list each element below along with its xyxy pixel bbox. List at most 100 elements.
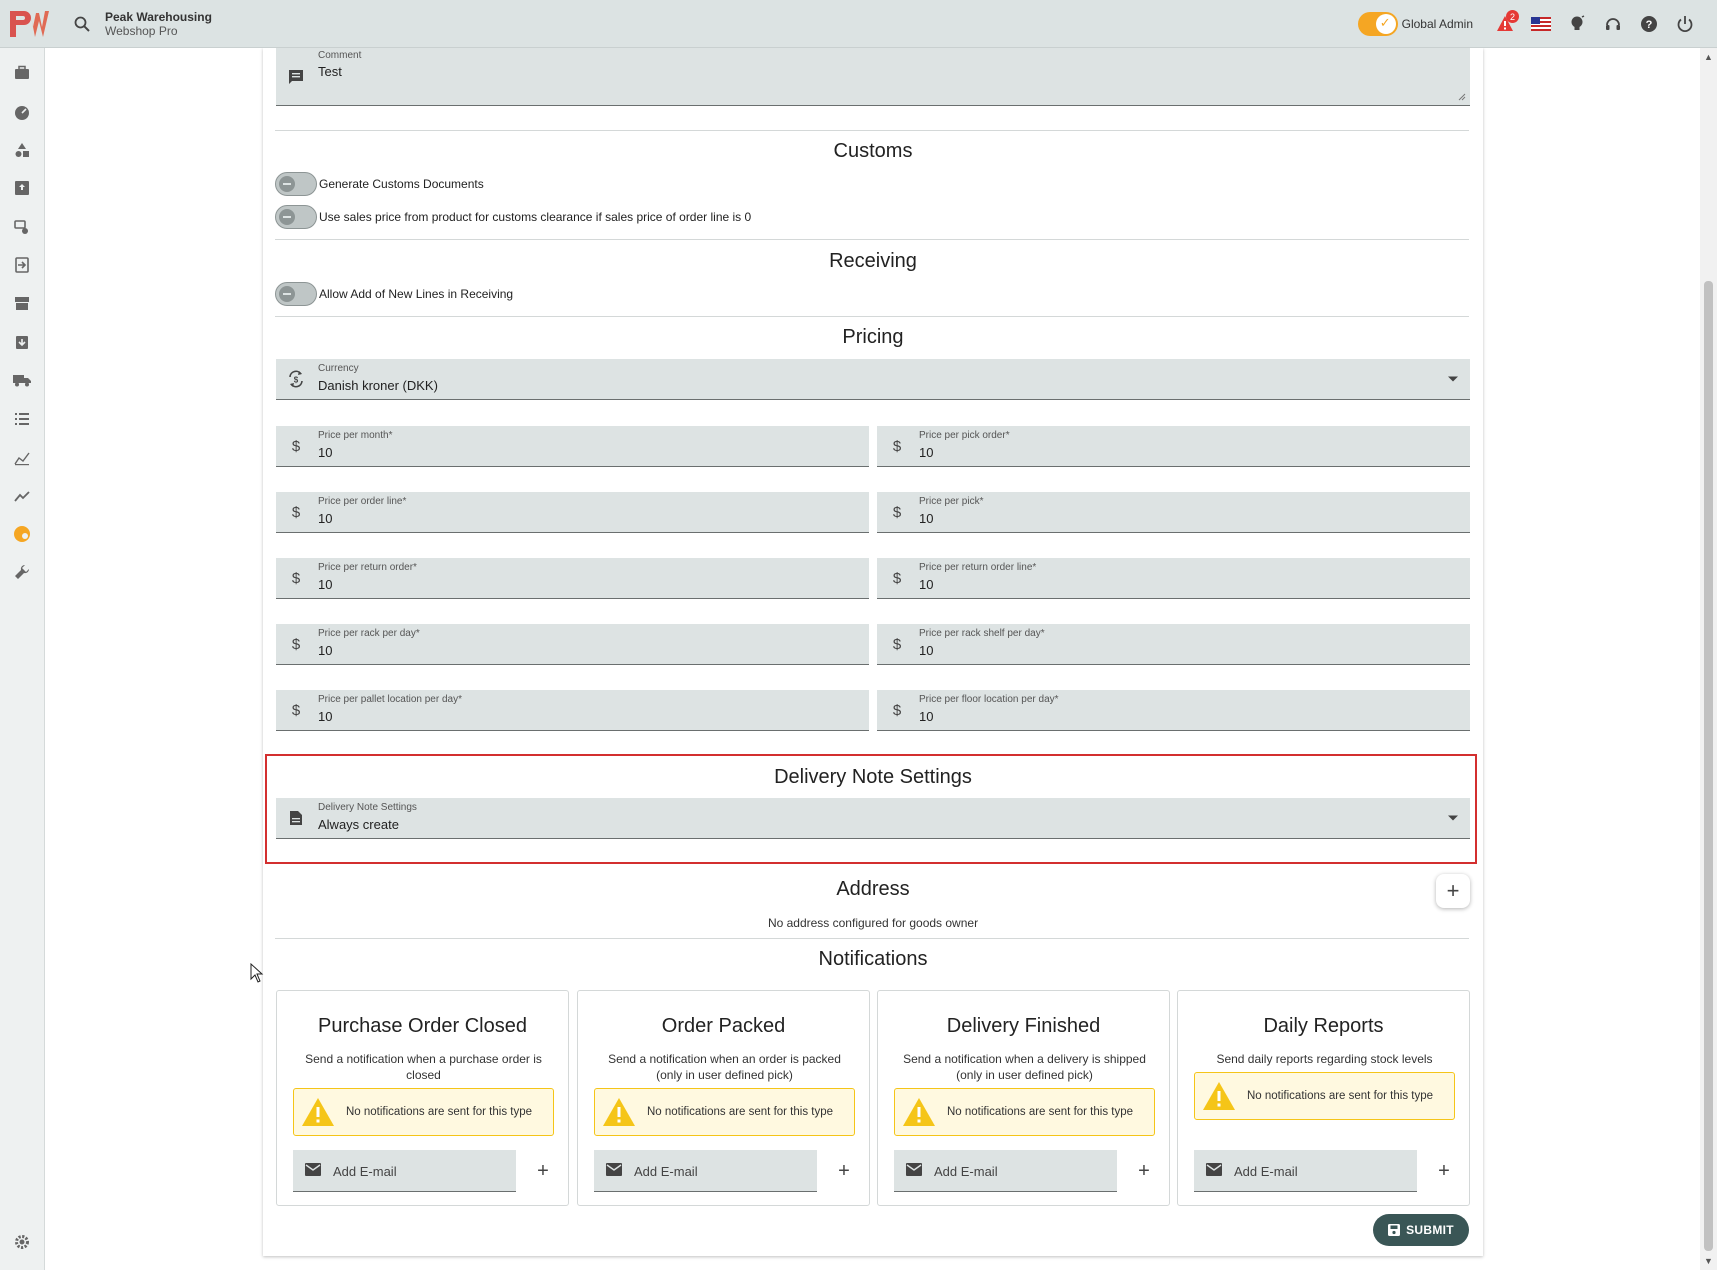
divider: [275, 239, 1469, 240]
resize-handle-icon[interactable]: [1458, 93, 1466, 101]
settings-icon[interactable]: [8, 1228, 36, 1256]
admin-toggle[interactable]: ✓: [1357, 12, 1398, 36]
comment-value: Test: [318, 64, 342, 79]
delivery-note-value: Always create: [318, 817, 399, 832]
goods-owner-form: Comment Test Customs Generate Customs Do…: [263, 48, 1483, 1256]
add-email-input[interactable]: [1234, 1150, 1409, 1192]
help-icon[interactable]: ?: [1631, 6, 1667, 42]
price-per-pick-order-field[interactable]: $ Price per pick order* 10: [877, 426, 1470, 467]
delivery-note-select[interactable]: Delivery Note Settings Always create: [276, 798, 1470, 839]
currency-value: Danish kroner (DKK): [318, 378, 438, 393]
add-email-plus-button[interactable]: +: [522, 1150, 564, 1192]
generate-customs-docs-switch[interactable]: [275, 172, 317, 196]
wrench-icon[interactable]: [8, 558, 36, 586]
price-per-return-order-line-field[interactable]: $ Price per return order line* 10: [877, 558, 1470, 599]
theme-bulb-icon[interactable]: [1559, 6, 1595, 42]
price-label: Price per floor location per day*: [919, 694, 1059, 705]
add-email-input[interactable]: [934, 1150, 1109, 1192]
search-icon[interactable]: [71, 13, 93, 35]
price-per-pallet-location-per-day-field[interactable]: $ Price per pallet location per day* 10: [276, 690, 869, 731]
store-icon[interactable]: [8, 289, 36, 317]
price-label: Price per rack per day*: [318, 628, 420, 639]
submit-button[interactable]: SUBMIT: [1373, 1214, 1469, 1246]
chevron-down-icon: [1448, 376, 1458, 382]
price-per-floor-location-per-day-field[interactable]: $ Price per floor location per day* 10: [877, 690, 1470, 731]
dollar-icon: $: [892, 437, 902, 455]
currency-select[interactable]: $ Currency Danish kroner (DKK): [276, 359, 1470, 400]
trend-line-icon[interactable]: [8, 482, 36, 510]
warning-icon: [899, 1097, 939, 1127]
add-email-field[interactable]: [293, 1150, 516, 1192]
currency-label: Currency: [318, 363, 359, 374]
add-email-plus-button[interactable]: +: [1123, 1150, 1165, 1192]
notification-card-desc: Send a notification when a purchase orde…: [305, 1052, 542, 1082]
inbox-upload-icon[interactable]: [8, 174, 36, 202]
import-icon[interactable]: [8, 251, 36, 279]
shapes-icon[interactable]: [8, 136, 36, 164]
price-per-pick-field[interactable]: $ Price per pick* 10: [877, 492, 1470, 533]
divider: [275, 938, 1469, 939]
logout-power-icon[interactable]: [1667, 6, 1703, 42]
delivery-note-label: Delivery Note Settings: [318, 802, 417, 813]
scrollbar-thumb[interactable]: [1704, 281, 1713, 1251]
price-label: Price per order line*: [318, 496, 407, 507]
clipboard-down-icon[interactable]: [8, 328, 36, 356]
dashboard-icon[interactable]: [8, 98, 36, 126]
notification-card-desc: Send daily reports regarding stock level…: [1216, 1052, 1433, 1066]
add-email-field[interactable]: [894, 1150, 1117, 1192]
notification-card-title: Delivery Finished: [946, 1015, 1101, 1037]
add-email-field[interactable]: [594, 1150, 817, 1192]
brand-name: Peak Warehousing: [105, 9, 212, 24]
price-per-rack-per-day-field[interactable]: $ Price per rack per day* 10: [276, 624, 869, 665]
dollar-icon: $: [892, 635, 902, 653]
truck-icon[interactable]: [8, 366, 36, 394]
language-flag-icon[interactable]: [1523, 6, 1559, 42]
add-email-field[interactable]: [1194, 1150, 1417, 1192]
allow-new-lines-switch[interactable]: [275, 282, 317, 306]
add-email-input[interactable]: [333, 1150, 508, 1192]
notification-card-daily-reports: Daily Reports Send daily reports regardi…: [1177, 990, 1470, 1206]
pricing-title: Pricing: [842, 326, 904, 348]
submit-label: SUBMIT: [1406, 1223, 1454, 1237]
briefcase-icon[interactable]: [8, 59, 36, 87]
use-sales-price-switch[interactable]: [275, 205, 317, 229]
price-per-return-order-field[interactable]: $ Price per return order* 10: [276, 558, 869, 599]
add-email-plus-button[interactable]: +: [1423, 1150, 1465, 1192]
route-icon[interactable]: [8, 213, 36, 241]
dollar-icon: $: [291, 701, 301, 719]
app-logo[interactable]: [10, 8, 54, 40]
scrollbar[interactable]: ▲ ▼: [1700, 48, 1717, 1270]
top-bar: Peak Warehousing Webshop Pro ✓ Global Ad…: [0, 0, 1717, 48]
goods-owner-icon[interactable]: [8, 520, 36, 548]
scroll-down-arrow-icon[interactable]: ▼: [1704, 1256, 1713, 1266]
no-notifications-warning: No notifications are sent for this type: [1194, 1072, 1455, 1120]
add-email-plus-button[interactable]: +: [823, 1150, 865, 1192]
currency-exchange-icon: $: [286, 369, 306, 389]
comment-field[interactable]: Comment Test: [276, 48, 1470, 106]
add-address-button[interactable]: +: [1436, 874, 1470, 908]
mail-icon: [906, 1163, 922, 1176]
allow-new-lines-label: Allow Add of New Lines in Receiving: [319, 287, 514, 301]
warning-text: No notifications are sent for this type: [947, 1106, 1134, 1118]
alert-icon[interactable]: 2: [1487, 6, 1523, 42]
dollar-icon: $: [291, 569, 301, 587]
notification-card-title: Daily Reports: [1263, 1015, 1384, 1037]
mail-icon: [606, 1163, 622, 1176]
scroll-up-arrow-icon[interactable]: ▲: [1704, 52, 1713, 62]
mail-icon: [1206, 1163, 1222, 1176]
add-email-input[interactable]: [634, 1150, 809, 1192]
notification-card-title: Order Packed: [661, 1015, 786, 1037]
warning-icon: [298, 1097, 338, 1127]
price-value: 10: [919, 511, 934, 526]
price-per-month-field[interactable]: $ Price per month* 10: [276, 426, 869, 467]
support-headset-icon[interactable]: [1595, 6, 1631, 42]
price-value: 10: [919, 709, 934, 724]
price-value: 10: [919, 577, 934, 592]
price-per-order-line-field[interactable]: $ Price per order line* 10: [276, 492, 869, 533]
list-numbered-icon[interactable]: [8, 405, 36, 433]
bar-chart-icon[interactable]: [8, 444, 36, 472]
price-label: Price per pick*: [919, 496, 984, 507]
price-per-rack-shelf-per-day-field[interactable]: $ Price per rack shelf per day* 10: [877, 624, 1470, 665]
goods-owner-selector[interactable]: Peak Warehousing Webshop Pro: [105, 10, 212, 38]
notification-card-purchase-order-closed: Purchase Order Closed Send a notificatio…: [276, 990, 569, 1206]
